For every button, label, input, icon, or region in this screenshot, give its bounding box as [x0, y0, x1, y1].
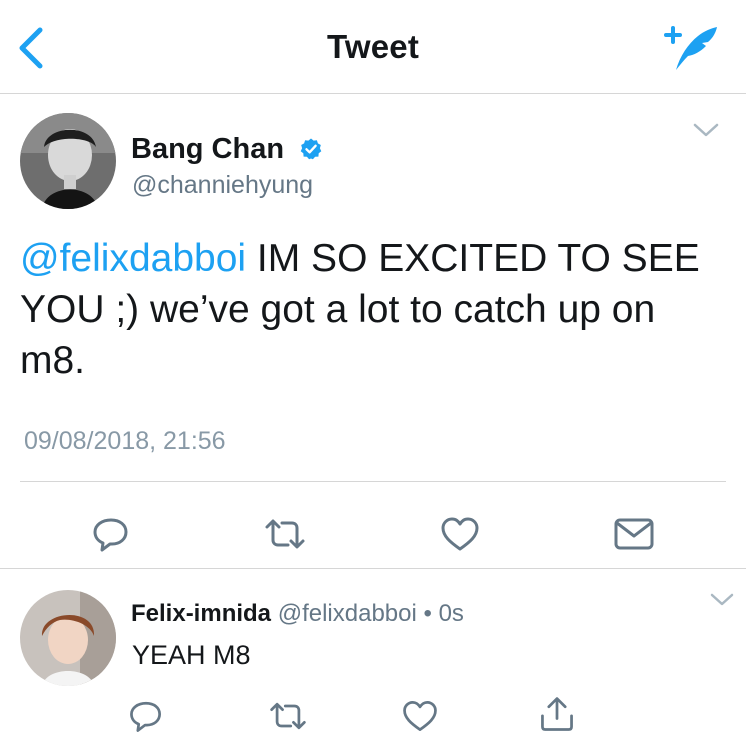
avatar[interactable]: [20, 590, 116, 686]
direct-message-icon: [614, 518, 654, 550]
reply-header: Felix-imnida @felixdabboi • 0s: [131, 600, 464, 628]
tweet-text: @felixdabboi IM SO EXCITED TO SEE YOU ;)…: [20, 233, 720, 386]
reply-tweet[interactable]: Felix-imnida @felixdabboi • 0s YEAH M8: [0, 570, 746, 756]
like-button[interactable]: [400, 696, 440, 736]
share-button[interactable]: [537, 694, 577, 734]
verified-badge-icon: [300, 138, 322, 160]
display-name[interactable]: Felix-imnida: [131, 600, 271, 627]
compose-tweet-button[interactable]: [662, 22, 720, 74]
divider: [20, 481, 726, 482]
retweet-icon: [265, 519, 305, 549]
tweet-options-button[interactable]: [692, 122, 720, 140]
user-handle[interactable]: @channiehyung: [132, 171, 313, 200]
direct-message-button[interactable]: [612, 512, 656, 556]
separator-dot: •: [423, 600, 432, 627]
like-icon: [403, 701, 437, 731]
avatar[interactable]: [20, 113, 116, 209]
main-tweet: Bang Chan @channiehyung @felixdabboi IM …: [0, 95, 746, 569]
chevron-down-icon: [710, 593, 734, 606]
retweet-button[interactable]: [263, 512, 307, 556]
chevron-down-icon: [693, 123, 719, 137]
reply-button[interactable]: [126, 696, 166, 736]
tweet-text: YEAH M8: [132, 640, 251, 670]
like-button[interactable]: [438, 512, 482, 556]
reply-button[interactable]: [89, 512, 133, 556]
tweet-time: 0s: [438, 600, 464, 627]
retweet-icon: [270, 702, 306, 730]
reply-icon: [93, 518, 128, 552]
user-avatar-image: [20, 590, 116, 686]
navigation-bar: Tweet: [0, 0, 746, 94]
share-icon: [541, 697, 573, 731]
compose-tweet-icon: [664, 26, 717, 70]
like-icon: [441, 517, 479, 551]
tweet-options-button[interactable]: [709, 592, 735, 608]
retweet-button[interactable]: [268, 696, 308, 736]
mention-link[interactable]: @felixdabboi: [20, 237, 246, 280]
reply-icon: [130, 701, 161, 732]
display-name[interactable]: Bang Chan: [131, 133, 284, 166]
user-handle[interactable]: @felixdabboi: [278, 600, 417, 627]
tweet-timestamp: 09/08/2018, 21:56: [24, 427, 226, 455]
user-avatar-image: [20, 113, 116, 209]
page-title: Tweet: [326, 28, 420, 65]
